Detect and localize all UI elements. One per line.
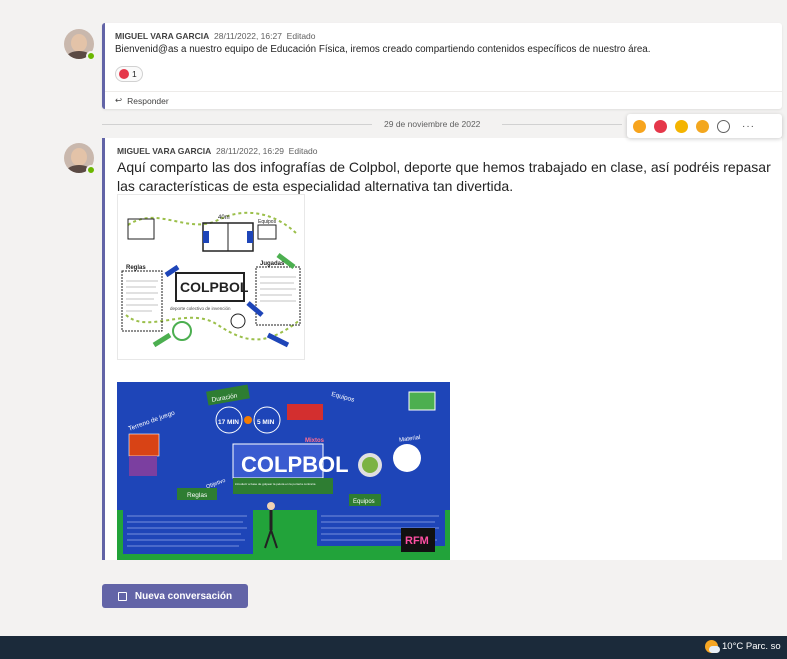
presence-available-icon [86, 165, 96, 175]
infographic-2-title: COLPBOL [241, 452, 349, 477]
author-name: MIGUEL VARA GARCIA [117, 146, 212, 156]
reply-icon: ↩ [115, 95, 123, 105]
weather-widget[interactable]: 10°C Parc. so [705, 640, 781, 653]
partly-sunny-icon [705, 640, 720, 653]
laugh-icon[interactable] [675, 119, 688, 133]
windows-taskbar [0, 636, 787, 659]
message-card[interactable]: MIGUEL VARA GARCIA 28/11/2022, 16:29 Edi… [102, 138, 782, 560]
infographic-2-logo: RFM [405, 535, 429, 547]
infographic-image-2[interactable]: Duración Equipos 17 MIN 5 MIN Mixtos Ter… [117, 382, 450, 560]
presence-available-icon [86, 51, 96, 61]
message-text: Aquí comparto las dos infografías de Col… [117, 159, 771, 194]
heart-reaction-icon [119, 69, 129, 79]
infographic-2-subtitle: introducir a base de golpear la pelota e… [235, 482, 316, 486]
message-meta: MIGUEL VARA GARCIA 28/11/2022, 16:27 Edi… [115, 31, 316, 41]
infographic-1-label: 40m [218, 215, 230, 221]
date-separator: 29 de noviembre de 2022 [102, 117, 622, 131]
edited-label: Editado [286, 31, 316, 41]
infographic-1-label: Equipos [258, 219, 277, 225]
infographic-image-1[interactable]: COLPBOL deporte colectivo de invención 4… [117, 194, 305, 360]
message-timestamp: 28/11/2022, 16:27 [214, 31, 282, 41]
infographic-1-subtitle: deporte colectivo de invención [170, 306, 231, 311]
infographic-1-label: Jugadas [260, 261, 285, 267]
message-text: Bienvenid@as a nuestro equipo de Educaci… [115, 44, 651, 55]
infographic-2-label: Equipos [353, 499, 375, 505]
message-timestamp: 28/11/2022, 16:29 [216, 146, 284, 156]
like-icon[interactable] [633, 119, 646, 133]
more-options-icon[interactable]: ··· [742, 121, 755, 132]
new-conversation-label: Nueva conversación [134, 590, 233, 602]
infographic-1-title: COLPBOL [180, 279, 249, 295]
reaction-count: 1 [132, 69, 137, 79]
weather-text: 10°C Parc. so [722, 641, 781, 652]
author-name: MIGUEL VARA GARCIA [115, 31, 210, 41]
message-card[interactable]: MIGUEL VARA GARCIA 28/11/2022, 16:27 Edi… [102, 23, 782, 109]
date-separator-label: 29 de noviembre de 2022 [384, 119, 481, 129]
heart-icon[interactable] [654, 119, 667, 133]
surprised-icon[interactable] [696, 119, 709, 133]
reply-button[interactable]: ↩ Responder [105, 91, 782, 109]
infographic-1-label: Reglas [126, 265, 146, 271]
reaction-pill[interactable]: 1 [115, 66, 143, 82]
add-reaction-icon[interactable] [717, 119, 730, 133]
infographic-2-time: 5 MIN [257, 419, 275, 426]
infographic-2-label: Mixtos [305, 438, 325, 444]
reaction-toolbar: ··· [627, 114, 782, 138]
compose-icon [117, 591, 127, 601]
infographic-2-time: 17 MIN [218, 419, 239, 426]
infographic-2-label: Reglas [187, 492, 208, 499]
new-conversation-button[interactable]: Nueva conversación [102, 584, 248, 608]
edited-label: Editado [288, 146, 318, 156]
message-meta: MIGUEL VARA GARCIA 28/11/2022, 16:29 Edi… [117, 146, 318, 156]
reply-label: Responder [127, 95, 169, 106]
